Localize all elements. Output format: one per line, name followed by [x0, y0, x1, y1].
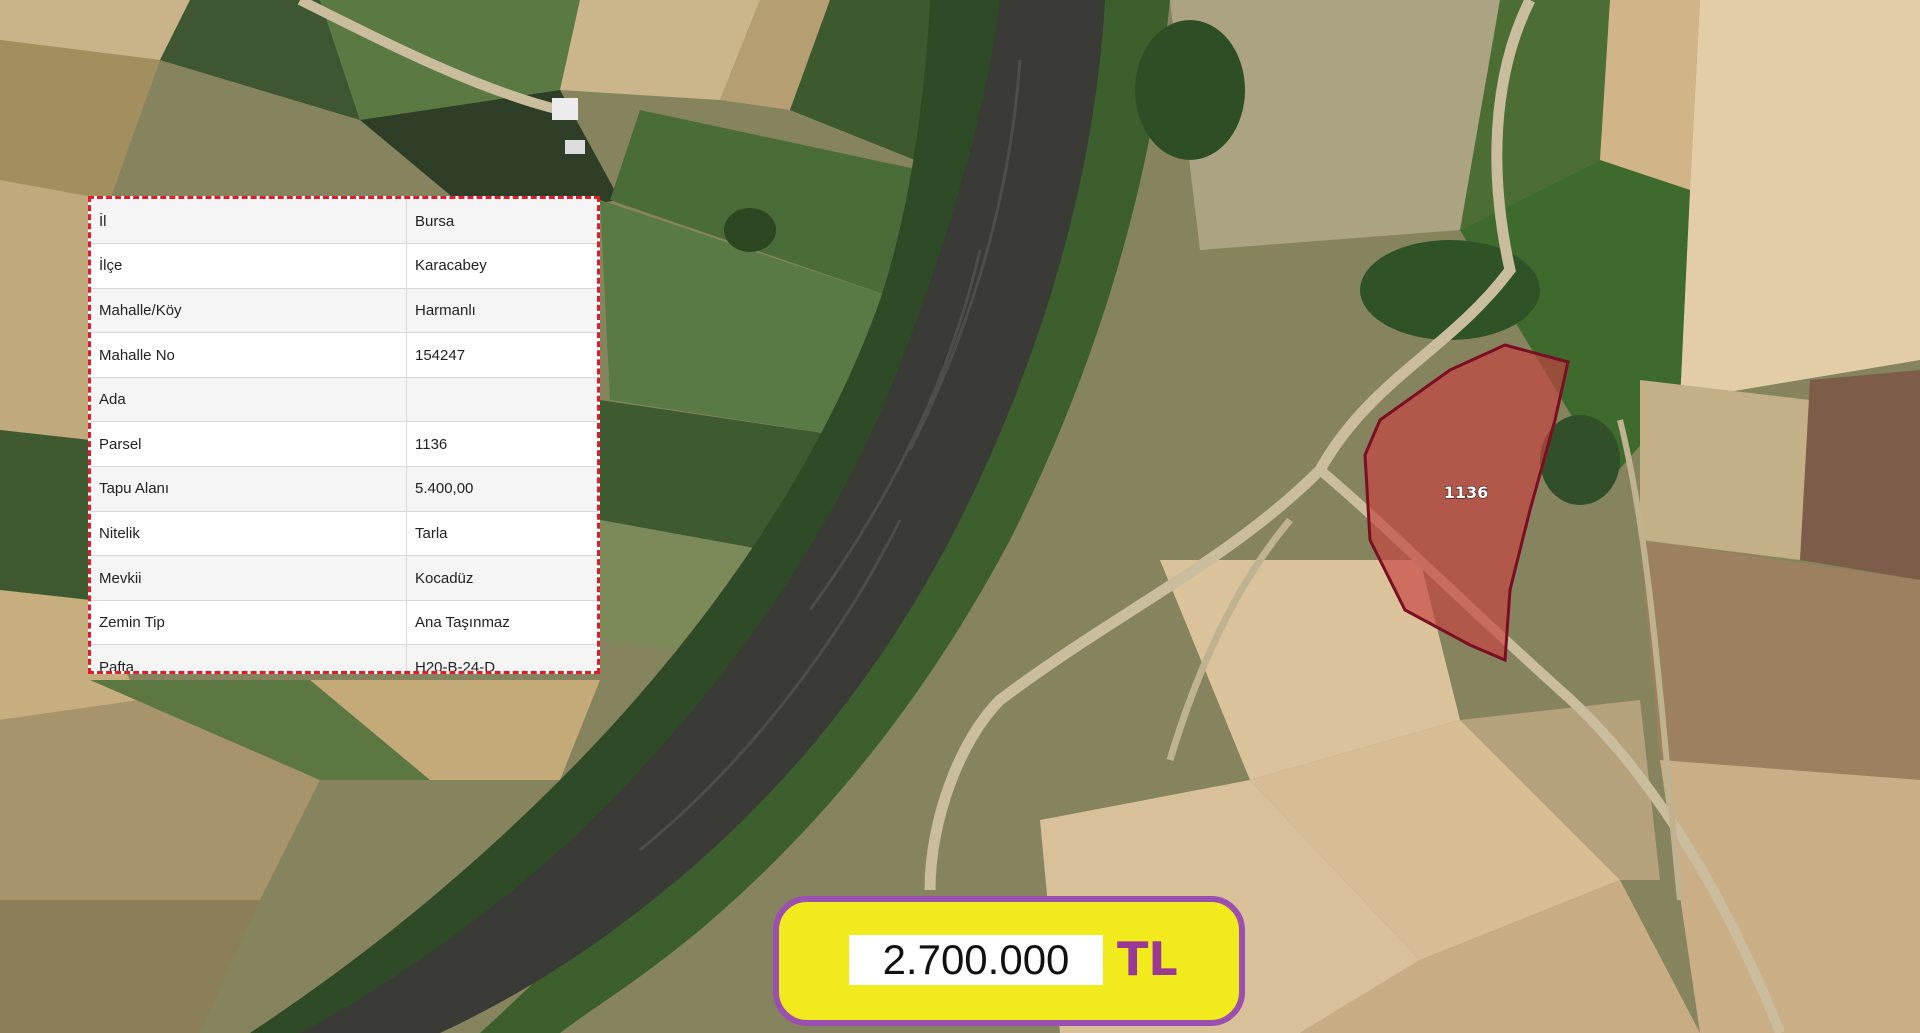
row-label: Mahalle No: [91, 332, 407, 378]
row-value: 1136: [415, 435, 448, 453]
tree-cluster: [724, 208, 776, 252]
building: [565, 140, 585, 154]
building: [552, 98, 578, 120]
row-value: H20-B-24-D: [415, 658, 496, 674]
table-row: Ada: [91, 377, 597, 422]
table-row: Mahalle No 154247: [91, 332, 597, 378]
row-value: [407, 377, 598, 422]
field-area: [1680, 0, 1920, 400]
row-label: Pafta: [91, 644, 407, 671]
row-label: Nitelik: [91, 511, 407, 556]
table-row: Mahalle/Köy Harmanlı: [91, 288, 597, 333]
table-row: İl Bursa: [91, 199, 597, 244]
row-label: İlçe: [91, 243, 407, 289]
table-row: Tapu Alanı 5.400,00: [91, 466, 597, 512]
table-row: Pafta H20-B-24-D: [91, 644, 597, 674]
parcel-info-table: İl Bursa İlçe Karacabey Mahalle/Köy Harmanlı M…: [91, 199, 597, 674]
field-area: [1600, 0, 1700, 190]
parcel-info-panel: İl Bursa İlçe Karacabey Mahalle/Köy Harmanlı M…: [88, 196, 600, 674]
row-value: Ana Taşınmaz: [415, 614, 510, 632]
price-amount: 2.700.000: [849, 935, 1103, 985]
row-label: Mevkii: [91, 555, 407, 601]
row-value: Bursa: [415, 212, 455, 230]
orchard-area: [1660, 760, 1920, 1033]
row-value: 154247: [415, 346, 466, 364]
row-value: 5.400,00: [415, 480, 474, 498]
row-label: Tapu Alanı: [91, 466, 407, 512]
row-label: Zemin Tip: [91, 600, 407, 645]
tree-cluster: [1360, 240, 1540, 340]
price-box: 2.700.000 TL: [773, 896, 1245, 1026]
orchard-area: [1800, 370, 1920, 580]
crop-field: [0, 430, 90, 600]
orchard-area: [1640, 380, 1810, 560]
row-value: Kocadüz: [415, 569, 474, 587]
row-value: Tarla: [415, 524, 448, 542]
row-label: Ada: [91, 377, 407, 422]
row-label: İl: [91, 199, 407, 244]
table-row: Parsel 1136: [91, 421, 597, 467]
tree-cluster: [1135, 20, 1245, 160]
row-value: Karacabey: [415, 257, 487, 275]
row-label: Parsel: [91, 421, 407, 467]
table-row: Zemin Tip Ana Taşınmaz: [91, 600, 597, 645]
table-row: İlçe Karacabey: [91, 243, 597, 289]
row-value: Harmanlı: [415, 301, 476, 319]
table-row: Nitelik Tarla: [91, 511, 597, 556]
field-area: [1640, 540, 1920, 780]
parcel-number-label: 1136: [1444, 483, 1489, 502]
map-view[interactable]: 1136 İl Bursa İlçe Karacabey Mahalle/Köy Harm…: [0, 0, 1920, 1033]
row-label: Mahalle/Köy: [91, 288, 407, 333]
price-currency: TL: [1117, 932, 1178, 986]
table-row: Mevkii Kocadüz: [91, 555, 597, 601]
